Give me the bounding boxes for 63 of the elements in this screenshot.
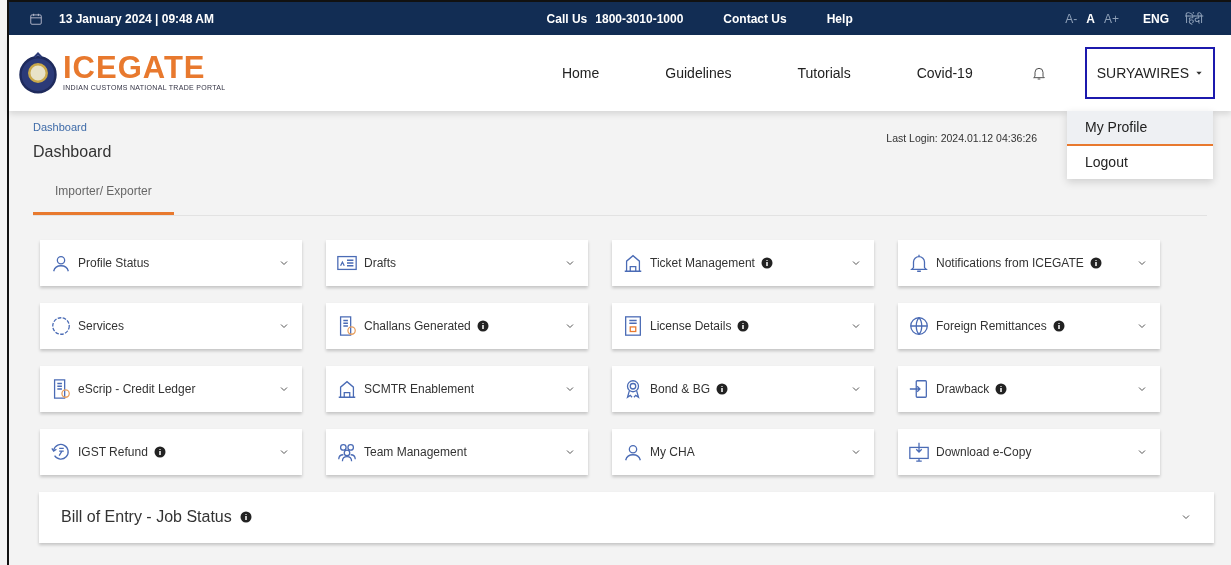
last-login-text: Last Login: 2024.01.12 04:36:26	[886, 131, 1037, 146]
dropdown-tile[interactable]: SCMTR Enablement	[326, 365, 588, 412]
calendar-icon	[29, 11, 43, 26]
globe-icon	[908, 314, 930, 337]
tile-label: Services	[78, 317, 124, 335]
dropdown-tile[interactable]: Drawback	[898, 365, 1160, 412]
tile-label: eScrip - Credit Ledger	[78, 380, 196, 398]
tile-label: My CHA	[650, 443, 695, 461]
tile-label: Notifications from ICEGATE	[936, 254, 1084, 272]
nav-link[interactable]: Guidelines	[665, 62, 732, 84]
dropdown-tile[interactable]: Services	[40, 302, 302, 349]
dropdown-tile[interactable]: Ticket Management	[612, 239, 874, 286]
menu-item[interactable]: My Profile	[1067, 111, 1213, 146]
section-title: Bill of Entry - Job Status	[61, 507, 232, 527]
enter-icon	[908, 377, 930, 400]
emblem-icon	[17, 50, 59, 96]
dropdown-tile[interactable]: My CHA	[612, 428, 874, 475]
tile-label: Profile Status	[78, 254, 150, 272]
caret-icon	[1195, 69, 1203, 77]
certificate-icon	[622, 314, 644, 337]
top-link[interactable]: Help	[826, 9, 853, 28]
call-us-label: Call Us	[546, 10, 588, 28]
tile-label: Challans Generated	[364, 317, 471, 335]
tile-label: Drawback	[936, 380, 990, 398]
dropdown-tile[interactable]: Drafts	[326, 239, 588, 286]
tile-label: License Details	[650, 317, 732, 335]
dropdown-tile[interactable]: Download e-Copy	[898, 428, 1160, 475]
dropdown-tile[interactable]: Team Management	[326, 428, 588, 475]
font-size-toggle[interactable]: A-	[1065, 9, 1078, 28]
dropdown-tile[interactable]: Notifications from ICEGATE	[898, 239, 1160, 286]
tab[interactable]: Importer/ Exporter	[33, 171, 174, 215]
nav-link[interactable]: Covid-19	[916, 62, 973, 84]
tile-label: Foreign Remittances	[936, 317, 1047, 335]
language-toggle[interactable]: हिंदी	[1185, 9, 1203, 28]
tile-label: Drafts	[364, 254, 396, 272]
dropdown-tile[interactable]: License Details	[612, 302, 874, 349]
download-icon	[908, 440, 930, 463]
nav-link[interactable]: Tutorials	[797, 62, 851, 84]
top-link[interactable]: Contact Us	[723, 9, 787, 28]
phone-number: 1800-3010-1000	[595, 10, 684, 28]
dropdown-tile[interactable]: Bond & BG	[612, 365, 874, 412]
menu-item[interactable]: Logout	[1067, 146, 1213, 179]
nav-link[interactable]: Home	[561, 62, 600, 84]
dropdown-tile[interactable]: Profile Status	[40, 239, 302, 286]
date-time-text: 13 January 2024 | 09:48 AM	[59, 10, 214, 28]
tile-label: Bond & BG	[650, 380, 711, 398]
logo-wordmark: ICEGATE	[63, 52, 206, 84]
dropdown-tile[interactable]: Challans Generated	[326, 302, 588, 349]
user-menu-button[interactable]: SURYAWIRES	[1084, 47, 1215, 99]
tile-label: Download e-Copy	[936, 443, 1032, 461]
dropdown-tile[interactable]: eScrip - Credit Ledger	[40, 365, 302, 412]
breadcrumb-link[interactable]: Dashboard	[33, 119, 112, 136]
font-size-toggle[interactable]: A+	[1103, 9, 1119, 28]
accordion-section[interactable]: Bill of Entry - Job Status	[39, 491, 1214, 543]
tile-label: Ticket Management	[650, 254, 755, 272]
tile-label: Team Management	[364, 443, 467, 461]
tile-label: IGST Refund	[78, 443, 148, 461]
dropdown-tile[interactable]: Foreign Remittances	[898, 302, 1160, 349]
language-toggle[interactable]: ENG	[1143, 9, 1169, 28]
page-title: Dashboard	[33, 141, 112, 162]
tile-label: SCMTR Enablement	[364, 380, 475, 398]
font-size-toggle[interactable]: A	[1086, 9, 1095, 28]
dropdown-tile[interactable]: IGST Refund	[40, 428, 302, 475]
